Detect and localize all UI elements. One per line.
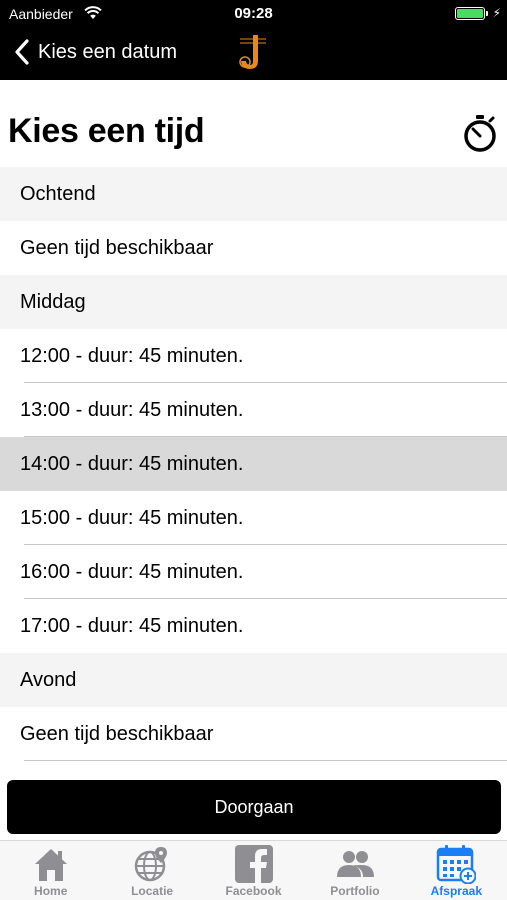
tab-location[interactable]: Locatie	[101, 841, 202, 900]
time-slot-row[interactable]: 16:00 - duur: 45 minuten.	[0, 545, 507, 599]
section-header-evening: Avond	[0, 653, 507, 707]
tab-bar: Home Locatie Facebook Portfolio Afspraak	[0, 840, 507, 900]
time-slot-row[interactable]: 13:00 - duur: 45 minuten.	[0, 383, 507, 437]
top-bar: Aanbieder 09:28 ⚡ Kies een datum	[0, 0, 507, 80]
tab-portfolio[interactable]: Portfolio	[304, 841, 405, 900]
time-slot-row[interactable]: 12:00 - duur: 45 minuten.	[0, 329, 507, 383]
page-title: Kies een tijd	[8, 112, 205, 150]
time-slot-row: Geen tijd beschikbaar	[0, 707, 507, 761]
status-time: 09:28	[234, 5, 273, 22]
battery-tip	[486, 11, 488, 16]
tab-location-label: Locatie	[131, 884, 174, 898]
battery-icon	[455, 7, 485, 20]
back-button-label: Kies een datum	[38, 40, 177, 63]
charging-icon: ⚡	[492, 6, 501, 20]
tab-home[interactable]: Home	[0, 841, 101, 900]
status-bar: Aanbieder 09:28 ⚡	[0, 0, 507, 28]
tab-home-label: Home	[34, 884, 68, 898]
brand-logo	[236, 33, 270, 73]
tab-appointment[interactable]: Afspraak	[406, 841, 507, 900]
calendar-add-icon	[437, 845, 477, 884]
time-slot-row-selected[interactable]: 14:00 - duur: 45 minuten.	[0, 437, 507, 491]
time-slot-row: Geen tijd beschikbaar	[0, 221, 507, 275]
home-icon	[34, 849, 67, 881]
tab-facebook-label: Facebook	[225, 884, 282, 898]
time-slot-row[interactable]: 15:00 - duur: 45 minuten.	[0, 491, 507, 545]
time-slot-list: Ochtend Geen tijd beschikbaar Middag 12:…	[0, 167, 507, 761]
facebook-icon	[234, 845, 273, 883]
tab-portfolio-label: Portfolio	[330, 884, 380, 898]
time-slot-row[interactable]: 17:00 - duur: 45 minuten.	[0, 599, 507, 653]
chevron-left-icon	[15, 39, 29, 65]
people-icon	[336, 851, 374, 877]
continue-button[interactable]: Doorgaan	[7, 780, 501, 834]
section-header-afternoon: Middag	[0, 275, 507, 329]
back-button[interactable]: Kies een datum	[14, 36, 177, 68]
tab-facebook[interactable]: Facebook	[203, 841, 304, 900]
section-header-morning: Ochtend	[0, 167, 507, 221]
globe-pin-icon	[134, 847, 168, 882]
stopwatch-icon[interactable]	[462, 113, 498, 153]
tab-appointment-label: Afspraak	[430, 884, 482, 898]
